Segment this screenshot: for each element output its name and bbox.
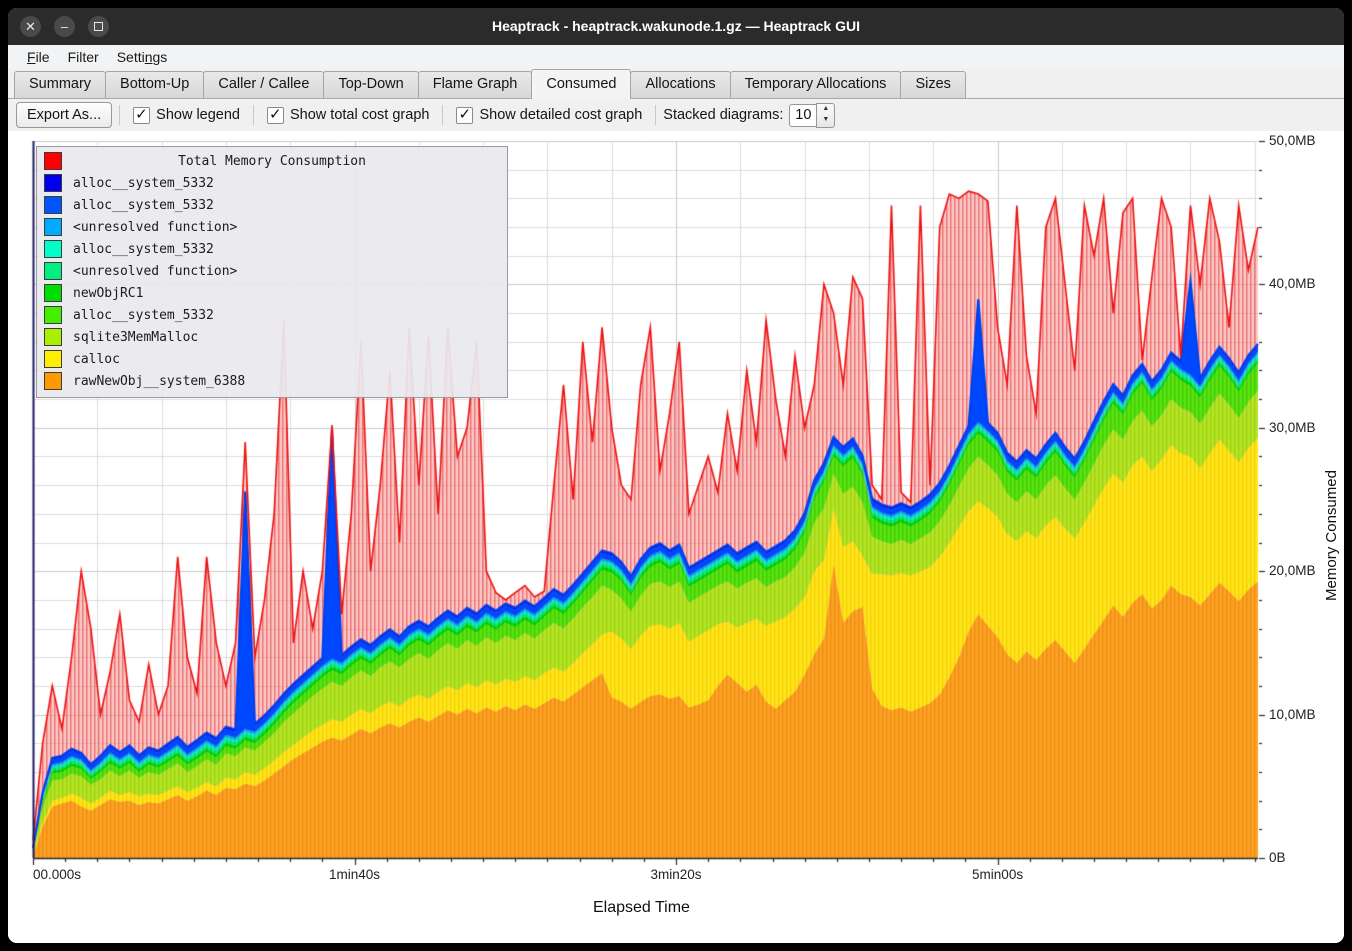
legend-item: sqlite3MemMalloc [37, 326, 507, 348]
toolbar-separator [253, 105, 254, 125]
tab-flame-graph[interactable]: Flame Graph [418, 71, 533, 98]
legend-item: alloc__system_5332 [37, 194, 507, 216]
legend-label: <unresolved function> [73, 220, 237, 235]
legend-item: calloc [37, 348, 507, 370]
legend-swatch [44, 240, 62, 258]
toolbar-separator [119, 105, 120, 125]
tab-summary[interactable]: Summary [14, 71, 106, 98]
spin-up-icon[interactable]: ▲ [817, 104, 834, 116]
tab-caller-callee[interactable]: Caller / Callee [203, 71, 324, 98]
legend-label: calloc [73, 352, 120, 367]
menu-file[interactable]: File [18, 47, 59, 67]
legend-swatch [44, 350, 62, 368]
legend-swatch [44, 284, 62, 302]
menu-filter[interactable]: Filter [59, 47, 108, 67]
check-icon: ✓ [135, 105, 148, 123]
tab-temporary-allocations[interactable]: Temporary Allocations [730, 71, 902, 98]
menu-bar: FileFilterSettings [8, 45, 1344, 69]
tab-bar: SummaryBottom-UpCaller / CalleeTop-DownF… [8, 69, 1344, 99]
legend-swatch [44, 372, 62, 390]
checkbox-box[interactable]: ✓ [267, 107, 284, 124]
legend-label: sqlite3MemMalloc [73, 330, 198, 345]
legend-swatch [44, 218, 62, 236]
toolbar-separator [655, 105, 656, 125]
x-tick-label: 5min00s [972, 867, 1023, 882]
legend-label: <unresolved function> [73, 264, 237, 279]
window-title: Heaptrack - heaptrack.wakunode.1.gz — He… [8, 8, 1344, 45]
legend-swatch [44, 262, 62, 280]
tab-consumed[interactable]: Consumed [531, 69, 631, 99]
tab-allocations[interactable]: Allocations [630, 71, 730, 98]
x-tick-label: 3min20s [651, 867, 702, 882]
tab-top-down[interactable]: Top-Down [323, 71, 418, 98]
checkbox-label: Show total cost graph [290, 107, 429, 123]
legend-title: Total Memory Consumption [37, 154, 507, 169]
y-tick-label: 50,0MB [1269, 133, 1316, 148]
checkbox-show-legend[interactable]: ✓ Show legend [133, 107, 240, 124]
legend-swatch [44, 306, 62, 324]
legend-label: alloc__system_5332 [73, 308, 214, 323]
y-tick-label: 40,0MB [1269, 276, 1316, 291]
legend-item: alloc__system_5332 [37, 172, 507, 194]
checkbox-label: Show legend [156, 107, 240, 123]
legend-item: newObjRC1 [37, 282, 507, 304]
y-axis-title: Memory Consumed [1323, 470, 1340, 601]
checkbox-label: Show detailed cost graph [479, 107, 642, 123]
menu-settings[interactable]: Settings [108, 47, 177, 67]
x-axis-title: Elapsed Time [593, 899, 690, 917]
legend-label: alloc__system_5332 [73, 198, 214, 213]
stacked-diagrams-spinbox[interactable]: 10 ▲ ▼ [789, 103, 835, 128]
checkbox-show-total-cost-graph[interactable]: ✓ Show total cost graph [267, 107, 429, 124]
memory-consumption-chart: Total Memory Consumption alloc__system_53… [8, 131, 1344, 943]
spinbox-arrows[interactable]: ▲ ▼ [816, 103, 835, 128]
legend-swatch [44, 174, 62, 192]
y-tick-label: 30,0MB [1269, 420, 1316, 435]
y-tick-label: 10,0MB [1269, 707, 1316, 722]
legend-item: <unresolved function> [37, 216, 507, 238]
chart-legend[interactable]: Total Memory Consumption alloc__system_53… [36, 146, 508, 398]
legend-title-row: Total Memory Consumption [37, 150, 507, 172]
tab-bottom-up[interactable]: Bottom-Up [105, 71, 204, 98]
checkbox-show-detailed-cost-graph[interactable]: ✓ Show detailed cost graph [456, 107, 642, 124]
legend-label: alloc__system_5332 [73, 242, 214, 257]
stacked-diagrams-value[interactable]: 10 [789, 104, 816, 127]
legend-label: newObjRC1 [73, 286, 143, 301]
legend-swatch [44, 328, 62, 346]
tab-sizes[interactable]: Sizes [900, 71, 965, 98]
toolbar-separator [442, 105, 443, 125]
checkbox-box[interactable]: ✓ [133, 107, 150, 124]
legend-label: rawNewObj__system_6388 [73, 374, 245, 389]
x-tick-label: 00.000s [33, 867, 81, 882]
legend-label: alloc__system_5332 [73, 176, 214, 191]
export-as-button[interactable]: Export As... [16, 102, 112, 128]
heaptrack-window: ✕ – Heaptrack - heaptrack.wakunode.1.gz … [8, 8, 1344, 943]
check-icon: ✓ [458, 105, 471, 123]
legend-item: alloc__system_5332 [37, 238, 507, 260]
title-bar: ✕ – Heaptrack - heaptrack.wakunode.1.gz … [8, 8, 1344, 45]
legend-item: <unresolved function> [37, 260, 507, 282]
x-tick-label: 1min40s [329, 867, 380, 882]
spin-down-icon[interactable]: ▼ [817, 115, 834, 127]
legend-item: alloc__system_5332 [37, 304, 507, 326]
window-frame: ✕ – Heaptrack - heaptrack.wakunode.1.gz … [0, 0, 1352, 951]
checkbox-box[interactable]: ✓ [456, 107, 473, 124]
y-tick-label: 20,0MB [1269, 563, 1316, 578]
y-tick-label: 0B [1269, 850, 1286, 865]
legend-swatch [44, 196, 62, 214]
legend-item: rawNewObj__system_6388 [37, 370, 507, 392]
stacked-diagrams-label: Stacked diagrams: [663, 107, 783, 123]
toolbar: Export As... ✓ Show legend ✓ Show total cos… [8, 99, 1344, 131]
check-icon: ✓ [269, 105, 282, 123]
